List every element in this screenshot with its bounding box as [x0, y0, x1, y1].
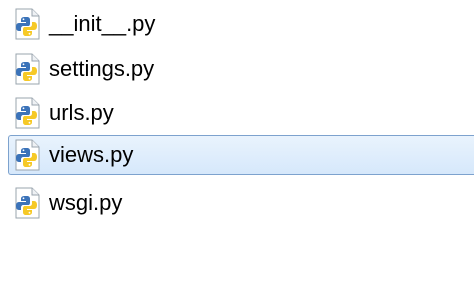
- file-name: urls.py: [49, 100, 114, 125]
- file-item-init[interactable]: __init__.py: [8, 4, 474, 44]
- file-item-urls[interactable]: urls.py: [8, 93, 474, 133]
- python-file-icon: [13, 97, 41, 129]
- file-item-wsgi[interactable]: wsgi.py: [8, 183, 474, 223]
- python-file-icon: [13, 8, 41, 40]
- file-item-views[interactable]: views.py: [8, 135, 474, 175]
- python-file-icon: [13, 53, 41, 85]
- file-name: __init__.py: [49, 11, 156, 36]
- file-name: views.py: [49, 142, 134, 167]
- file-name: wsgi.py: [49, 190, 123, 215]
- file-name: settings.py: [49, 56, 155, 81]
- python-file-icon: [13, 187, 41, 219]
- file-list: __init__.py settings.py urls.py views.py…: [0, 0, 474, 284]
- python-file-icon: [13, 139, 41, 171]
- file-item-settings[interactable]: settings.py: [8, 49, 474, 89]
